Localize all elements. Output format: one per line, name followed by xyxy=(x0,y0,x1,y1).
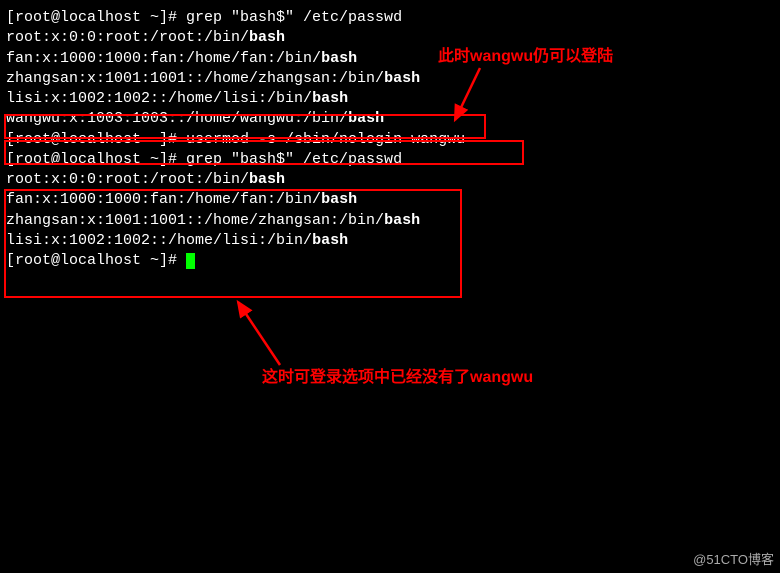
text-bold: bash xyxy=(384,70,420,87)
terminal-line: fan:x:1000:1000:fan:/home/fan:/bin/bash xyxy=(6,49,774,69)
text: fan:x:1000:1000:fan:/home/fan:/bin/ xyxy=(6,191,321,208)
text: root:x:0:0:root:/root:/bin/ xyxy=(6,29,249,46)
text: lisi:x:1002:1002::/home/lisi:/bin/ xyxy=(6,232,312,249)
text-bold: bash xyxy=(384,212,420,229)
text: [root@localhost ~]# grep "bash$" /etc/pa… xyxy=(6,9,402,26)
terminal-line: [root@localhost ~]# grep "bash$" /etc/pa… xyxy=(6,150,774,170)
text: wangwu:x:1003:1003::/home/wangwu:/bin/ xyxy=(6,110,348,127)
terminal-line: fan:x:1000:1000:fan:/home/fan:/bin/bash xyxy=(6,190,774,210)
text: root:x:0:0:root:/root:/bin/ xyxy=(6,171,249,188)
terminal-line: [root@localhost ~]# grep "bash$" /etc/pa… xyxy=(6,8,774,28)
terminal-line: lisi:x:1002:1002::/home/lisi:/bin/bash xyxy=(6,89,774,109)
text: fan:x:1000:1000:fan:/home/fan:/bin/ xyxy=(6,50,321,67)
cursor[interactable] xyxy=(186,253,195,269)
terminal-line: zhangsan:x:1001:1001::/home/zhangsan:/bi… xyxy=(6,211,774,231)
text: [root@localhost ~]# usermod -s /sbin/nol… xyxy=(6,131,465,148)
text-bold: bash xyxy=(348,110,384,127)
terminal-line: zhangsan:x:1001:1001::/home/zhangsan:/bi… xyxy=(6,69,774,89)
watermark: @51CTO博客 xyxy=(693,551,774,569)
text: [root@localhost ~]# xyxy=(6,252,186,269)
terminal-line: root:x:0:0:root:/root:/bin/bash xyxy=(6,170,774,190)
text-bold: bash xyxy=(321,191,357,208)
text-bold: bash xyxy=(312,232,348,249)
text: [root@localhost ~]# grep "bash$" /etc/pa… xyxy=(6,151,402,168)
arrow-icon xyxy=(220,290,300,375)
annotation-text: 此时wangwu仍可以登陆 xyxy=(438,46,613,68)
terminal-line: wangwu:x:1003:1003::/home/wangwu:/bin/ba… xyxy=(6,109,774,129)
text-bold: bash xyxy=(321,50,357,67)
annotation-text: 这时可登录选项中已经没有了wangwu xyxy=(262,367,533,389)
text-bold: bash xyxy=(249,29,285,46)
text-bold: bash xyxy=(249,171,285,188)
text-bold: bash xyxy=(312,90,348,107)
text: lisi:x:1002:1002::/home/lisi:/bin/ xyxy=(6,90,312,107)
text: zhangsan:x:1001:1001::/home/zhangsan:/bi… xyxy=(6,212,384,229)
terminal-line: [root@localhost ~]# xyxy=(6,251,774,271)
terminal-line: [root@localhost ~]# usermod -s /sbin/nol… xyxy=(6,130,774,150)
terminal-line: root:x:0:0:root:/root:/bin/bash xyxy=(6,28,774,48)
text: zhangsan:x:1001:1001::/home/zhangsan:/bi… xyxy=(6,70,384,87)
terminal-line: lisi:x:1002:1002::/home/lisi:/bin/bash xyxy=(6,231,774,251)
